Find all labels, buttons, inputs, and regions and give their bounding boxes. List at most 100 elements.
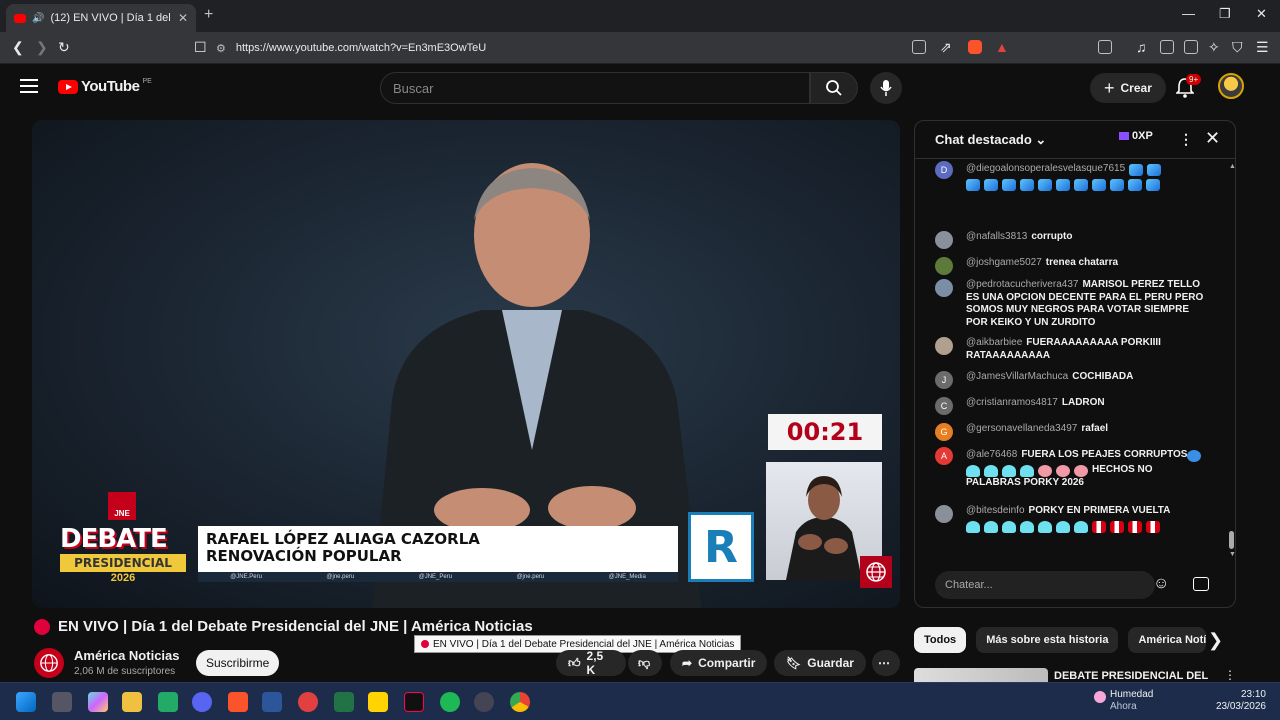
minimize-icon[interactable]: — — [1182, 6, 1195, 21]
tab-search-icon[interactable] — [1098, 40, 1112, 54]
share-button[interactable]: ➦ Compartir — [670, 650, 768, 676]
bookmark-icon[interactable]: ☐ — [194, 39, 207, 56]
share-icon[interactable]: ⇗ — [940, 39, 952, 56]
voice-search-button[interactable] — [870, 72, 902, 104]
chat-author[interactable]: @diegoalonsoperalesvelasque7615 — [966, 163, 1125, 174]
chat-author[interactable]: @bitesdeinfo — [966, 505, 1025, 516]
browser-menu-icon[interactable]: ☰ — [1256, 39, 1269, 56]
recommended-title[interactable]: DEBATE PRESIDENCIAL DEL — [1054, 670, 1208, 682]
dislike-button[interactable]: 👎︎ — [628, 650, 662, 676]
weather-widget[interactable]: Humedad Ahora — [1110, 689, 1153, 713]
chat-avatar[interactable]: A — [935, 447, 953, 465]
reload-icon[interactable]: ↻ — [58, 39, 70, 56]
guide-menu-icon[interactable] — [20, 79, 38, 97]
scroll-thumb[interactable] — [1229, 531, 1234, 549]
speaker-icon[interactable]: 🔊 — [32, 13, 44, 24]
chat-mode-dropdown[interactable]: Chat destacado ⌄ — [935, 132, 1046, 148]
chat-avatar[interactable] — [935, 279, 953, 297]
tiktok-icon[interactable] — [404, 692, 424, 712]
maximize-icon[interactable]: ❐ — [1219, 6, 1231, 22]
discord-icon[interactable] — [192, 692, 212, 712]
leo-icon[interactable]: ✧ — [1208, 39, 1220, 56]
channel-avatar[interactable] — [34, 648, 64, 678]
site-settings-icon[interactable]: ⚙ — [216, 42, 226, 55]
chat-author[interactable]: @pedrotacucherivera437 — [966, 279, 1078, 290]
chat-more-icon[interactable]: ⋮ — [1179, 131, 1193, 148]
chat-avatar[interactable]: D — [935, 161, 953, 179]
brave-shields-icon[interactable] — [968, 40, 982, 54]
create-button[interactable]: + Crear — [1090, 73, 1166, 103]
forward-icon[interactable]: ❯ — [36, 39, 48, 56]
app-icon-red[interactable] — [298, 692, 318, 712]
task-view-icon[interactable] — [52, 692, 72, 712]
save-button[interactable]: 🔖︎ Guardar — [774, 650, 866, 676]
search-input[interactable]: Buscar — [380, 72, 810, 104]
system-clock[interactable]: 23:10 23/03/2026 — [1212, 689, 1266, 713]
url-field[interactable]: ⚙ https://www.youtube.com/watch?v=En3mE3… — [216, 36, 1016, 60]
chip-all[interactable]: Todos — [914, 627, 967, 653]
subscribe-button[interactable]: Suscribirme — [196, 650, 280, 676]
search-button[interactable] — [810, 72, 858, 104]
chat-author[interactable]: @cristianramos4817 — [966, 397, 1058, 408]
tab-close-icon[interactable]: ✕ — [178, 11, 188, 25]
brave-rewards-icon[interactable]: ▲ — [995, 39, 1009, 55]
chat-avatar[interactable] — [935, 337, 953, 355]
presidencial-word: PRESIDENCIAL — [60, 554, 186, 572]
chat-input[interactable]: Chatear... — [935, 571, 1155, 599]
chat-author[interactable]: @aikbarbiee — [966, 337, 1022, 348]
chat-author[interactable]: @nafalls3813 — [966, 231, 1027, 242]
spotify-icon[interactable] — [440, 692, 460, 712]
chips-next-icon[interactable]: ❯ — [1208, 630, 1223, 651]
chat-avatar[interactable]: G — [935, 423, 953, 441]
sticky-notes-icon[interactable] — [368, 692, 388, 712]
wallet-icon[interactable] — [1184, 40, 1198, 54]
video-player[interactable]: 00:21 JNE DEBATE PRESIDENCIAL 2026 RAFAE… — [32, 120, 900, 608]
super-chat-icon[interactable] — [1193, 577, 1209, 591]
word-icon[interactable] — [262, 692, 282, 712]
chat-author[interactable]: @gersonavellaneda3497 — [966, 423, 1077, 434]
browser-tab[interactable]: 🔊 (12) EN VIVO | Día 1 del D ✕ — [6, 4, 196, 32]
jne-logo: JNE — [108, 492, 136, 520]
scroll-up-icon[interactable]: ▲ — [1229, 163, 1235, 170]
file-explorer-icon[interactable] — [122, 692, 142, 712]
chat-avatar[interactable] — [935, 505, 953, 523]
chip-channel[interactable]: América Notí — [1128, 627, 1207, 653]
chrome-icon[interactable] — [510, 692, 530, 712]
steam-icon[interactable] — [474, 692, 494, 712]
xp-badge[interactable]: 0XP — [1119, 130, 1153, 142]
chat-avatar[interactable]: C — [935, 397, 953, 415]
chat-author[interactable]: @joshgame5027 — [966, 257, 1042, 268]
sidebar-icon[interactable] — [1160, 40, 1174, 54]
chat-avatar[interactable]: J — [935, 371, 953, 389]
copilot-icon[interactable] — [88, 692, 108, 712]
chat-avatar[interactable] — [935, 257, 953, 275]
clock-date: 23/03/2026 — [1215, 701, 1266, 712]
recommended-thumbnail[interactable] — [914, 668, 1048, 682]
chat-author[interactable]: @JamesVillarMachuca — [966, 371, 1068, 382]
channel-name[interactable]: América Noticias — [74, 648, 180, 663]
start-windows-icon[interactable] — [16, 692, 36, 712]
emoji-icon[interactable]: ☺ — [1153, 575, 1169, 593]
chat-scrollbar[interactable]: ▲ ▼ — [1227, 161, 1235, 561]
vpn-shield-icon[interactable]: ⛉ — [1232, 39, 1243, 56]
brave-icon[interactable] — [228, 692, 248, 712]
media-icon[interactable]: ♫ — [1136, 39, 1147, 55]
scroll-down-icon[interactable]: ▼ — [1229, 551, 1235, 558]
account-avatar[interactable] — [1218, 73, 1244, 99]
window-close-icon[interactable]: ✕ — [1256, 6, 1267, 22]
chat-author[interactable]: @ale76468 — [966, 449, 1017, 460]
excel-icon[interactable] — [334, 692, 354, 712]
cast-icon[interactable] — [912, 40, 926, 54]
back-icon[interactable]: ❮ — [12, 39, 24, 56]
chat-avatar[interactable] — [935, 231, 953, 249]
chip-more-story[interactable]: Más sobre esta historia — [976, 627, 1119, 653]
new-tab-button[interactable]: + — [204, 6, 213, 24]
like-button[interactable]: 👍︎ 2,5 K — [556, 649, 626, 677]
app-icon-green[interactable] — [158, 692, 178, 712]
youtube-logo[interactable]: YouTube PE — [58, 78, 152, 95]
recommended-more-icon[interactable]: ⋮ — [1224, 668, 1236, 682]
more-actions-button[interactable]: ⋯ — [872, 650, 900, 676]
chat-close-icon[interactable]: ✕ — [1205, 128, 1220, 149]
heart-emoji-icon — [984, 465, 998, 477]
peru-flag-icon — [1128, 520, 1142, 533]
